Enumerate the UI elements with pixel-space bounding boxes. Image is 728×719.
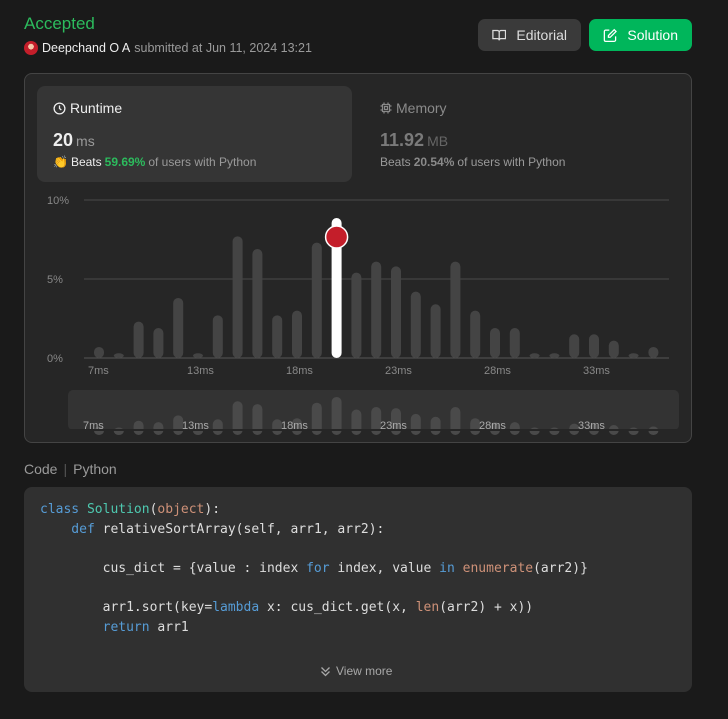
submitter-name[interactable]: Deepchand O A xyxy=(42,41,130,55)
code-token: ): xyxy=(204,502,221,517)
code-header: Code | Python xyxy=(24,461,117,477)
solution-label: Solution xyxy=(627,27,678,43)
code-token: (arr2)} xyxy=(533,560,588,576)
code-label: Code xyxy=(24,461,58,477)
avatar[interactable] xyxy=(24,41,38,55)
memory-unit: MB xyxy=(427,133,449,149)
code-token: enumerate xyxy=(462,560,534,576)
runtime-value: 20 xyxy=(53,130,74,150)
runtime-unit: ms xyxy=(76,133,95,149)
code-token: cus_dict = {value : index xyxy=(40,560,307,576)
submitted-at: submitted at Jun 11, 2024 13:21 xyxy=(134,41,312,55)
code-token: in xyxy=(439,560,455,576)
code-token: relativeSortArray(self, arr1, arr2): xyxy=(102,521,385,537)
editorial-button[interactable]: Editorial xyxy=(478,19,581,51)
memory-tab[interactable]: Memory 11.92 MB Beats 20.54% of users wit… xyxy=(364,86,679,182)
code-token: class xyxy=(40,502,87,517)
clock-icon xyxy=(53,101,66,115)
view-more-button[interactable]: View more xyxy=(320,664,392,678)
clap-icon: 👏 xyxy=(53,155,68,169)
divider: | xyxy=(63,461,68,477)
runtime-title: Runtime xyxy=(70,100,123,116)
memory-title: Memory xyxy=(396,100,447,116)
code-language: Python xyxy=(73,461,117,477)
code-token: len xyxy=(415,599,440,615)
code-token: def xyxy=(40,521,103,537)
code-token: Solution xyxy=(86,502,150,517)
runtime-tab[interactable]: Runtime 20 ms 👏 Beats 59.69% of users with… xyxy=(37,86,352,182)
code-token: return xyxy=(102,619,150,635)
memory-value: 11.92 xyxy=(380,130,425,150)
code-token: arr1.sort(key= xyxy=(40,599,213,615)
runtime-percent: 59.69% xyxy=(104,155,146,169)
view-more-label: View more xyxy=(336,664,393,678)
submitter-info: Deepchand O A submitted at Jun 11, 2024 … xyxy=(24,41,312,55)
code-line: return arr1 xyxy=(40,618,588,638)
memory-percent: 20.54% xyxy=(413,155,455,169)
code-line: class Solution(object): xyxy=(40,500,588,520)
code-token: arr1 xyxy=(149,619,189,635)
code-line: cus_dict = {value : index for index, val… xyxy=(40,559,588,579)
beats-label: Beats xyxy=(380,155,411,169)
chevrons-down-icon xyxy=(321,666,330,676)
code-token: object xyxy=(157,502,205,517)
solution-button[interactable]: Solution xyxy=(589,19,692,51)
chip-icon xyxy=(380,102,392,114)
code-token: x: cus_dict.get(x, xyxy=(259,599,416,615)
code-content: class Solution(object): def relativeSort… xyxy=(40,500,588,637)
memory-suffix: of users with Python xyxy=(457,155,566,169)
code-token: lambda xyxy=(212,599,260,615)
code-line: arr1.sort(key=lambda x: cus_dict.get(x, … xyxy=(40,598,588,618)
code-token: (arr2) + x)) xyxy=(439,599,534,615)
editorial-label: Editorial xyxy=(516,27,567,43)
book-icon xyxy=(492,29,507,41)
beats-label: Beats xyxy=(70,155,102,169)
submission-status: Accepted xyxy=(24,14,95,33)
code-line: def relativeSortArray(self, arr1, arr2): xyxy=(40,520,588,540)
edit-icon xyxy=(603,28,617,42)
code-token: for xyxy=(306,560,330,576)
runtime-suffix: of users with Python xyxy=(148,155,257,169)
code-token: index, value xyxy=(329,560,440,576)
